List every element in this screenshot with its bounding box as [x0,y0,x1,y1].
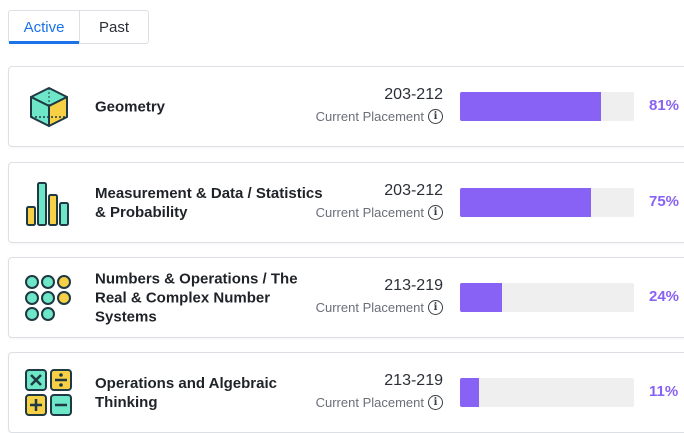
domain-name: Numbers & Operations / The Real & Comple… [95,270,298,325]
placement-range: 213-219 [384,372,443,389]
placement-text: Current Placement [315,300,424,315]
placement-range: 213-219 [384,277,443,294]
progress-bar [460,378,634,407]
info-icon[interactable]: i [428,205,443,220]
info-icon[interactable]: i [428,109,443,124]
info-icon[interactable]: i [428,395,443,410]
domain-name: Geometry [95,98,166,115]
current-placement-label: Current Placement i [316,205,443,220]
progress-percent: 11% [649,383,679,400]
progress-percent: 24% [649,288,680,305]
progress-bar-fill [460,283,502,312]
placement-range: 203-212 [384,182,443,199]
domain-card-geometry[interactable]: Geometry 203-212 Current Placement i 81% [8,66,684,147]
progress-percent: 81% [649,97,680,114]
placement-range: 203-212 [384,86,443,103]
domain-card-measurement-data[interactable]: Measurement & Data / Statistics & Probab… [8,162,684,243]
domain-card-numbers-operations[interactable]: Numbers & Operations / The Real & Comple… [8,257,684,338]
current-placement-label: Current Placement i [316,395,443,410]
info-icon[interactable]: i [428,300,443,315]
placement-text: Current Placement [315,205,424,220]
domain-card-operations-algebraic[interactable]: Operations and Algebraic Thinking 213-21… [8,352,684,433]
current-placement-label: Current Placement i [316,300,443,315]
progress-bar [460,92,634,121]
progress-bar-fill [460,378,480,407]
bar-chart-icon [23,177,75,229]
placement-text: Current Placement [315,109,424,124]
tab-active[interactable]: Active [9,11,79,44]
progress-bar [460,188,634,217]
operations-icon [23,367,75,419]
tab-past[interactable]: Past [79,11,148,43]
placement-text: Current Placement [315,395,424,410]
progress-percent: 75% [649,193,680,210]
progress-bar [460,283,634,312]
progress-bar-fill [460,188,591,217]
domain-name: Operations and Algebraic Thinking [95,374,277,411]
cube-icon [23,81,75,133]
progress-bar-fill [460,92,601,121]
domain-name: Measurement & Data / Statistics & Probab… [95,184,323,221]
number-dots-icon [23,272,75,324]
current-placement-label: Current Placement i [316,109,443,124]
tab-bar: Active Past [8,10,149,44]
